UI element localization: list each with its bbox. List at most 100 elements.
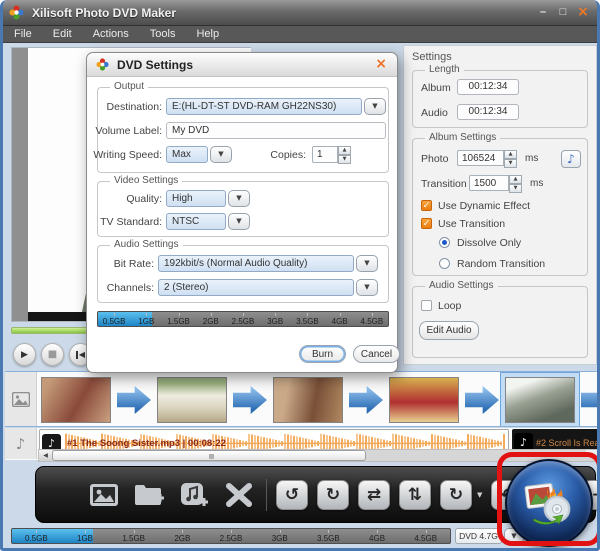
volume-label-label: Volume Label: [95, 125, 162, 137]
tv-standard-select[interactable]: NTSC [166, 213, 226, 230]
copies-label: Copies: [270, 149, 306, 161]
quality-select[interactable]: High [166, 190, 226, 207]
stop-button[interactable]: ■ [41, 343, 64, 366]
capacity-tick: 4GB [353, 529, 402, 543]
annotation-highlight-box [497, 452, 597, 546]
cancel-button[interactable]: Cancel [353, 345, 400, 363]
destination-select[interactable]: E:(HL-DT-ST DVD-RAM GH22NS30) [166, 98, 362, 115]
use-transition-label: Use Transition [438, 218, 506, 230]
output-group: Output Destination: E:(HL-DT-ST DVD-RAM … [93, 81, 389, 173]
photo-duration-input[interactable]: 106524 [457, 150, 504, 166]
capacity-tick: 2GB [195, 312, 227, 326]
add-photo-icon[interactable] [86, 478, 122, 512]
channels-dropdown-button[interactable]: ▼ [356, 279, 378, 296]
photo-couple-at-table[interactable] [273, 377, 343, 423]
loop-label: Loop [438, 300, 462, 312]
menu-item-edit[interactable]: Edit [53, 28, 72, 40]
destination-dropdown-button[interactable]: ▼ [364, 98, 386, 115]
bit-rate-select[interactable]: 192kbit/s (Normal Audio Quality) [158, 255, 354, 272]
transition-arrow-icon[interactable] [581, 386, 597, 414]
play-button[interactable]: ▶ [13, 343, 36, 366]
photo-duration-label: Photo [421, 153, 449, 165]
swap-vertical-icon[interactable]: ⇅ [399, 479, 431, 510]
transition-arrow-icon[interactable] [465, 386, 499, 414]
rotate-left-icon[interactable]: ↺ [276, 479, 308, 510]
random-transition-radio[interactable] [439, 258, 450, 269]
audio-length-value: 00:12:34 [457, 104, 519, 120]
volume-label-input[interactable]: My DVD [166, 122, 386, 139]
use-transition-checkbox[interactable]: ✓ [421, 218, 432, 229]
transition-arrow-icon[interactable] [349, 386, 383, 414]
scrollbar-thumb[interactable] [52, 450, 366, 461]
transition-dropdown-caret-icon[interactable]: ▼ [477, 491, 482, 499]
settings-panel-title: Settings [412, 51, 452, 63]
photo-banquet-table[interactable] [157, 377, 227, 423]
photo-duration-stepper[interactable]: ▲ ▼ [504, 150, 517, 168]
channels-select[interactable]: 2 (Stereo) [158, 279, 354, 296]
transition-duration-label: Transition [421, 178, 467, 190]
capacity-tick: 3GB [255, 529, 304, 543]
app-window: Xilisoft Photo DVD Maker – □ × File Edit A… [0, 0, 600, 551]
loop-checkbox[interactable] [421, 300, 432, 311]
random-transition-label: Random Transition [457, 258, 546, 270]
audio-track-icon: ♪ [5, 428, 37, 459]
delete-icon[interactable] [221, 478, 257, 512]
album-length-label: Album [421, 82, 451, 94]
transition-arrow-icon[interactable] [117, 386, 151, 414]
capacity-tick: 1GB [61, 529, 110, 543]
menu-bar: File Edit Actions Tools Help [3, 26, 597, 43]
transition-duration-input[interactable]: 1500 [469, 175, 509, 191]
copies-input[interactable]: 1 [312, 146, 338, 163]
audio-length-label: Audio [421, 107, 448, 119]
close-button[interactable]: × [576, 5, 590, 19]
copies-stepper[interactable]: ▲ ▼ [338, 146, 351, 164]
rotate-right-icon[interactable]: ↻ [317, 479, 349, 510]
dissolve-only-radio[interactable] [439, 237, 450, 248]
dialog-close-icon[interactable]: × [375, 56, 387, 72]
transition-arrow-icon[interactable] [233, 386, 267, 414]
dialog-title-bar: DVD Settings × [87, 53, 397, 77]
menu-item-actions[interactable]: Actions [93, 28, 129, 40]
photo-mountain-cliff[interactable] [505, 377, 575, 423]
quality-dropdown-button[interactable]: ▼ [228, 190, 250, 207]
preview-letterbox [12, 48, 28, 321]
menu-item-file[interactable]: File [14, 28, 32, 40]
title-bar: Xilisoft Photo DVD Maker – □ × [3, 0, 597, 26]
menu-item-help[interactable]: Help [196, 28, 219, 40]
bit-rate-dropdown-button[interactable]: ▼ [356, 255, 378, 272]
writing-speed-dropdown-button[interactable]: ▼ [210, 146, 232, 163]
edit-audio-button[interactable]: Edit Audio [419, 321, 479, 340]
tv-standard-label: TV Standard: [100, 216, 162, 228]
use-dynamic-effect-checkbox[interactable]: ✓ [421, 200, 432, 211]
capacity-tick: 3.5GB [291, 312, 323, 326]
capacity-tick: 4GB [324, 312, 356, 326]
writing-speed-label: Writing Speed: [93, 149, 162, 161]
minimize-button[interactable]: – [536, 5, 550, 19]
transition-duration-stepper[interactable]: ▲ ▼ [509, 175, 522, 193]
transition-icon[interactable]: ↻ [440, 479, 472, 510]
bit-rate-label: Bit Rate: [113, 258, 154, 270]
scroll-left-button[interactable]: ◀ [39, 450, 52, 461]
maximize-button[interactable]: □ [556, 5, 570, 19]
capacity-tick: 4.5GB [356, 312, 388, 326]
photo-music-button[interactable]: ♪ [561, 150, 581, 168]
photo-timeline [5, 371, 597, 427]
toolbar-separator [266, 478, 267, 511]
photo-crowd[interactable] [389, 377, 459, 423]
add-music-icon[interactable] [176, 478, 212, 512]
dialog-title: DVD Settings [117, 57, 194, 72]
disc-capacity-bar: 0.5GB 1GB 1.5GB 2GB 2.5GB 3GB 3.5GB 4GB 4.5GB [11, 528, 451, 544]
add-folder-icon[interactable] [131, 478, 167, 512]
capacity-tick: 1GB [130, 312, 162, 326]
photo-couple-dancing[interactable] [41, 377, 111, 423]
menu-item-tools[interactable]: Tools [150, 28, 176, 40]
tv-standard-dropdown-button[interactable]: ▼ [228, 213, 250, 230]
writing-speed-select[interactable]: Max [166, 146, 208, 163]
swap-horizontal-icon[interactable]: ⇄ [358, 479, 390, 510]
capacity-tick: 0.5GB [12, 529, 61, 543]
capacity-tick: 2GB [158, 529, 207, 543]
dvd-settings-dialog: DVD Settings × Output Destination: E:(HL… [86, 52, 400, 373]
capacity-tick: 1.5GB [109, 529, 158, 543]
burn-button[interactable]: Burn [299, 345, 346, 363]
album-settings-group: Album Settings Photo 106524 ▲ ▼ ms ♪ Tran… [412, 132, 588, 276]
